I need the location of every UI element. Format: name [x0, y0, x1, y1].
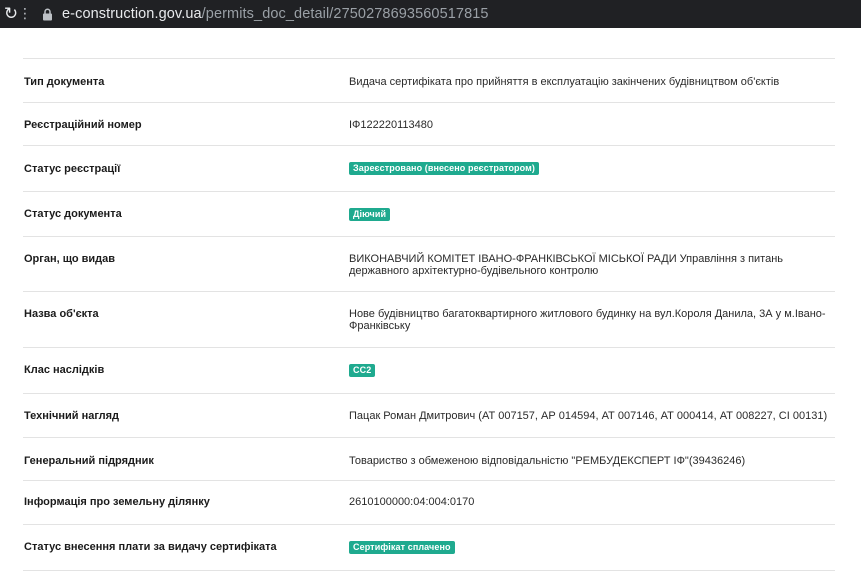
field-label: Статус документа	[24, 208, 122, 220]
browser-address-bar: ↻ ⋮ e-construction.gov.ua/permits_doc_de…	[0, 0, 861, 28]
table-row: Тип документа Видача сертифіката про при…	[23, 59, 835, 103]
field-value: ІФ122220113480	[349, 119, 434, 131]
table-row: Статус реєстрації Зареєстровано (внесено…	[23, 146, 835, 192]
url-path: /permits_doc_detail/2750278693560517815	[201, 6, 489, 22]
field-value: СС2	[349, 348, 835, 393]
status-badge: Зареєстровано (внесено реєстратором)	[349, 162, 539, 175]
table-row: Назва об'єкта Нове будівництво багатоква…	[23, 292, 835, 348]
field-label: Тип документа	[24, 76, 105, 88]
table-row: Технічний нагляд Пацак Роман Дмитрович (…	[23, 394, 835, 438]
table-row: Клас наслідків СС2	[23, 348, 835, 394]
table-row: Інформація про земельну ділянку 26101000…	[23, 481, 835, 525]
lock-icon[interactable]	[42, 7, 54, 21]
document-details-table: Тип документа Видача сертифіката про при…	[23, 58, 835, 571]
table-row: Статус документа Діючий	[23, 192, 835, 237]
table-row: Орган, що видав ВИКОНАВЧИЙ КОМІТЕТ ІВАНО…	[23, 237, 835, 292]
field-label: Орган, що видав	[24, 253, 116, 265]
field-value: Зареєстровано (внесено реєстратором)	[349, 146, 835, 191]
url-field[interactable]: e-construction.gov.ua/permits_doc_detail…	[62, 6, 489, 22]
field-label: Клас наслідків	[24, 364, 105, 376]
table-row: Реєстраційний номер ІФ122220113480	[23, 103, 835, 146]
url-host: e-construction.gov.ua	[62, 6, 202, 22]
field-label: Статус реєстрації	[24, 163, 121, 175]
field-label: Інформація про земельну ділянку	[24, 496, 210, 508]
status-badge: Сертифікат сплачено	[349, 541, 455, 554]
more-icon[interactable]: ⋮	[18, 6, 32, 22]
status-badge: Діючий	[349, 208, 391, 221]
field-label: Генеральний підрядник	[24, 455, 154, 467]
table-row: Генеральний підрядник Товариство з обмеж…	[23, 438, 835, 481]
field-value: Товариство з обмеженою відповідальністю …	[349, 455, 746, 467]
field-value: Діючий	[349, 192, 835, 236]
field-label: Технічний нагляд	[24, 410, 120, 422]
field-value: Сертифікат сплачено	[349, 525, 835, 570]
field-label: Статус внесення плати за видачу сертифік…	[24, 541, 277, 553]
table-row: Статус внесення плати за видачу сертифік…	[23, 525, 835, 571]
field-label: Реєстраційний номер	[24, 119, 142, 131]
field-value: Нове будівництво багатоквартирного житло…	[349, 308, 826, 332]
field-value: Пацак Роман Дмитрович (АТ 007157, АР 014…	[349, 410, 828, 422]
field-value: Видача сертифіката про прийняття в експл…	[349, 76, 780, 88]
field-value: 2610100000:04:004:0170	[349, 496, 475, 508]
field-label: Назва об'єкта	[24, 308, 99, 320]
field-value: ВИКОНАВЧИЙ КОМІТЕТ ІВАНО-ФРАНКІВСЬКОЇ МІ…	[349, 253, 784, 277]
class-badge: СС2	[349, 364, 376, 377]
